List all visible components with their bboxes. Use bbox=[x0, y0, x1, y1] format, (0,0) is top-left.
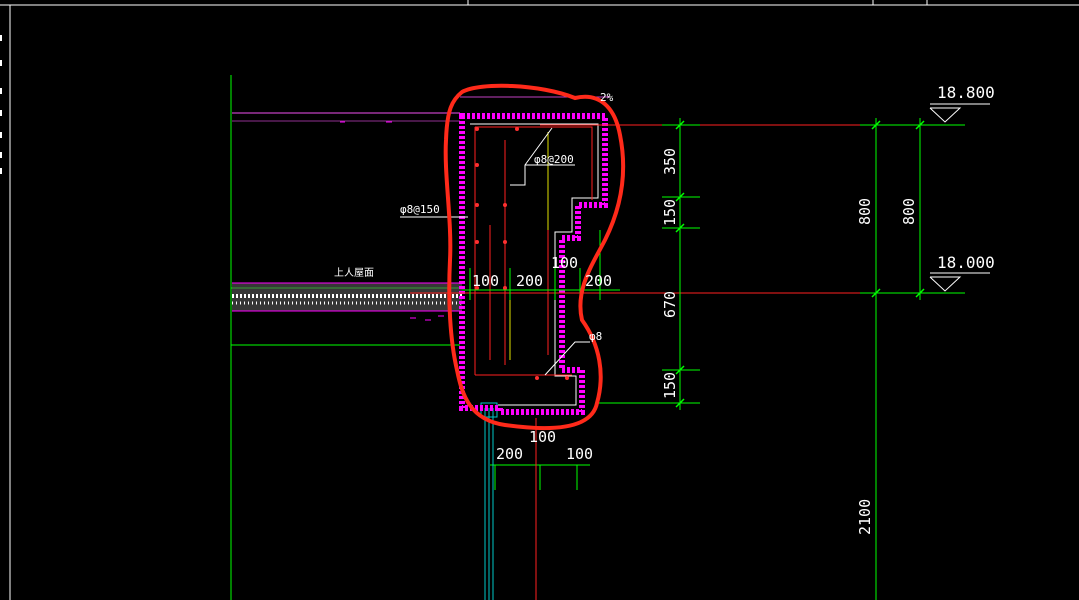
dim-label-top-100b: 100 bbox=[551, 254, 578, 272]
elevation-label-top: 18.800 bbox=[937, 83, 995, 102]
rebar-label-phi8-200: φ8@200 bbox=[534, 153, 574, 166]
dim-label-bottom-200: 200 bbox=[496, 445, 523, 463]
window-frame bbox=[480, 402, 498, 600]
dim-label-bottom-100b: 100 bbox=[566, 445, 593, 463]
wall-outline-lines bbox=[230, 75, 700, 600]
elevation-label-mid: 18.000 bbox=[937, 253, 995, 272]
markup-circle bbox=[443, 83, 626, 431]
dim-label-670: 670 bbox=[661, 291, 679, 318]
dim-label-top-100a: 100 bbox=[472, 272, 499, 290]
vertical-dimension-lines bbox=[662, 118, 965, 600]
dim-label-800-right: 800 bbox=[900, 198, 918, 225]
dim-label-bottom-100a: 100 bbox=[529, 428, 556, 446]
dim-label-350: 350 bbox=[661, 148, 679, 175]
rebar-lines bbox=[410, 124, 860, 600]
dimension-ticks bbox=[675, 120, 925, 408]
dim-label-top-200b: 200 bbox=[585, 272, 612, 290]
slope-label: 2% bbox=[600, 91, 614, 104]
rebar-label-phi8-150: φ8@150 bbox=[400, 203, 440, 216]
dim-label-800-left: 800 bbox=[856, 198, 874, 225]
rebar-label-phi8: φ8 bbox=[589, 330, 602, 343]
left-edge-ticks bbox=[0, 35, 2, 174]
cad-drawing-canvas[interactable]: 18.800 18.000 350 150 670 150 800 800 21… bbox=[0, 0, 1079, 600]
dim-label-top-200a: 200 bbox=[516, 272, 543, 290]
dim-label-150-bottom: 150 bbox=[661, 372, 679, 399]
dim-label-2100: 2100 bbox=[856, 499, 874, 535]
center-lines bbox=[509, 132, 549, 360]
roof-label: 上人屋面 bbox=[334, 267, 374, 279]
dim-label-150-top: 150 bbox=[661, 199, 679, 226]
